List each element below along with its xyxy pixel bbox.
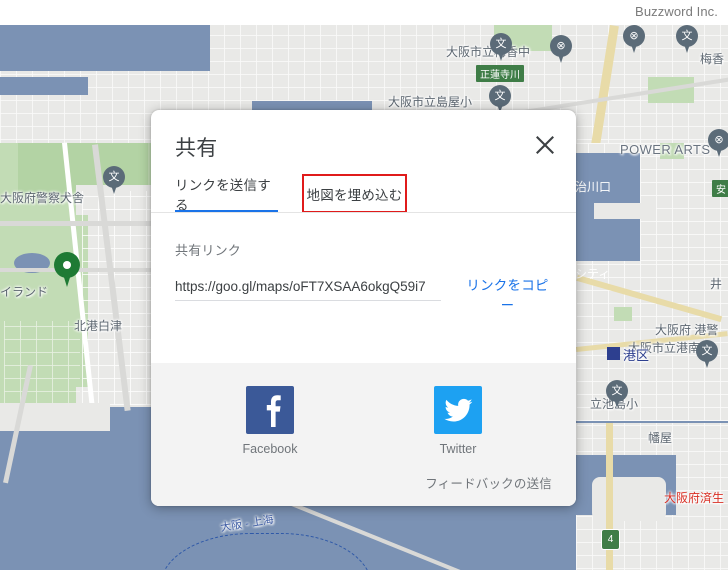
generic-poi-icon: ⊗ [629,30,639,42]
tab-send-link[interactable]: リンクを送信する [175,174,278,213]
map-poi-pin[interactable]: ⊗ [623,25,645,54]
share-dialog: 共有 リンクを送信する 地図を埋め込む 共有リンク リンクをコピー [151,110,576,506]
link-section: 共有リンク リンクをコピー [175,240,552,313]
map-ferry-route [160,533,372,570]
school-icon: 文 [494,90,506,102]
school-icon: 文 [611,385,623,397]
tab-embed-map[interactable]: 地図を埋め込む [302,174,407,213]
share-link-input[interactable] [175,272,441,301]
share-facebook-button[interactable]: Facebook [220,386,320,456]
map-ferry-label: 大阪 - 上海 [219,513,275,535]
school-icon: 文 [108,171,120,183]
map-highway-shield: 4 [601,529,620,550]
map-station-icon [607,347,620,360]
map-water-north [0,25,210,71]
share-link-label: 共有リンク [175,243,242,258]
map-pier [594,203,656,219]
school-icon: 文 [701,345,713,357]
pin-dot [63,261,71,269]
share-link-row: リンクをコピー [175,272,552,313]
tab-embed-map-label: 地図を埋め込む [306,187,403,203]
tab-strip: リンクを送信する 地図を埋め込む [151,174,576,213]
pin-tail [62,271,72,287]
map-poi-school-pin[interactable]: 文 [103,166,125,195]
send-feedback-link[interactable]: フィードバックの送信 [425,473,552,492]
share-twitter-button[interactable]: Twitter [408,386,508,456]
generic-poi-icon: ⊗ [714,134,724,146]
copy-link-button[interactable]: リンクをコピー [463,274,552,314]
map-green-area [614,307,632,321]
map-poi-school-pin[interactable]: 文 [676,25,698,54]
tab-divider [151,212,576,213]
dialog-footer: Facebook Twitter フィードバックの送信 [151,363,576,506]
map-poi-pin[interactable]: ⊗ [708,129,728,158]
dialog-title: 共有 [175,137,218,160]
twitter-label: Twitter [439,442,477,456]
twitter-icon [434,386,482,434]
map-poi-pin[interactable]: ⊗ [550,35,572,64]
page-header: Buzzword Inc. [0,0,728,25]
school-icon: 文 [681,30,693,42]
map-selected-location-pin[interactable] [54,252,80,288]
map-poi-school-pin[interactable]: 文 [490,33,512,62]
map-poi-school-pin[interactable]: 文 [606,380,628,409]
tab-send-link-label: リンクを送信する [175,177,271,213]
facebook-icon [246,386,294,434]
map-label-tag: 安 [712,180,728,197]
close-icon[interactable] [528,128,562,162]
map-block-grid-west-low [4,321,80,405]
brand-title: Buzzword Inc. [635,4,718,19]
facebook-label: Facebook [242,442,298,456]
school-icon: 文 [495,38,507,50]
map-river-tag: 正蓮寺川 [476,65,524,82]
generic-poi-icon: ⊗ [556,40,566,52]
map-green-area [660,143,684,159]
map-river [0,77,88,95]
map-island [592,477,666,521]
map-poi-school-pin[interactable]: 文 [696,340,718,369]
